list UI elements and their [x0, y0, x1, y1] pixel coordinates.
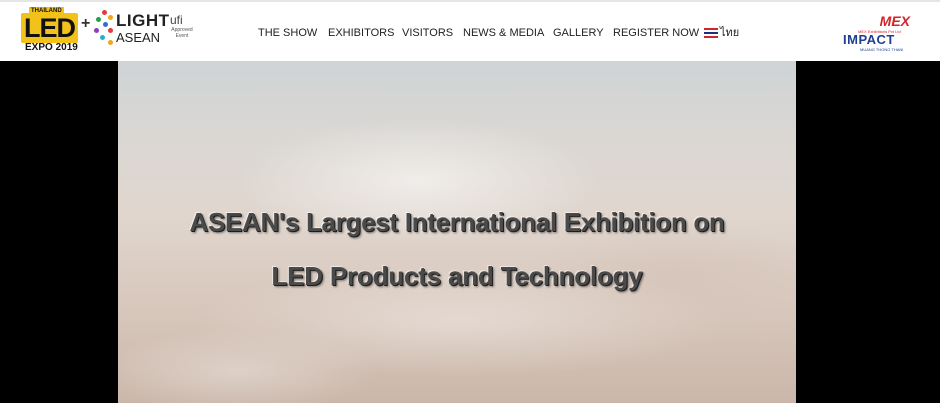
hero-headline-line1: ASEAN's Largest International Exhibition…	[189, 207, 725, 237]
logo-dot-icon	[102, 10, 107, 15]
nav-item-register-now[interactable]: REGISTER NOW	[613, 26, 699, 40]
language-switch-link[interactable]: ไทย	[720, 26, 739, 40]
thailand-flag-icon[interactable]	[704, 28, 718, 38]
hero-headline-line2: LED Products and Technology	[271, 261, 643, 291]
nav-item-news-media[interactable]: NEWS & MEDIA	[463, 26, 544, 40]
nav-item-the-show[interactable]: THE SHOW	[258, 26, 317, 40]
mex-impact-logo[interactable]: MEX MEX Exhibitions Pvt Ltd IMPACT MUANG…	[840, 13, 910, 52]
hero-video-banner[interactable]: ASEAN's Largest International Exhibition…	[118, 61, 796, 403]
logo-dot-icon	[108, 40, 113, 45]
nav-item-gallery[interactable]: GALLERY	[553, 26, 604, 40]
site-header: LED THAILAND EXPO 2019 + LIGHT ASEAN ufi…	[0, 2, 940, 61]
nav-item-exhibitors[interactable]: EXHIBITORS	[328, 26, 394, 40]
main-nav: THE SHOW EXHIBITORS VISITORS NEWS & MEDI…	[0, 26, 940, 40]
led-logo-tag: THAILAND	[29, 7, 64, 15]
logo-dot-icon	[108, 15, 113, 20]
led-logo-expo: EXPO 2019	[25, 42, 78, 53]
nav-item-visitors[interactable]: VISITORS	[402, 26, 453, 40]
logo-dot-icon	[96, 17, 101, 22]
mex-logo-word: MEX	[879, 13, 910, 29]
impact-logo-word: IMPACT	[843, 32, 895, 47]
ufi-logo-word: ufi	[170, 13, 183, 27]
impact-logo-sub: MUANG THONG THANI	[860, 47, 904, 52]
